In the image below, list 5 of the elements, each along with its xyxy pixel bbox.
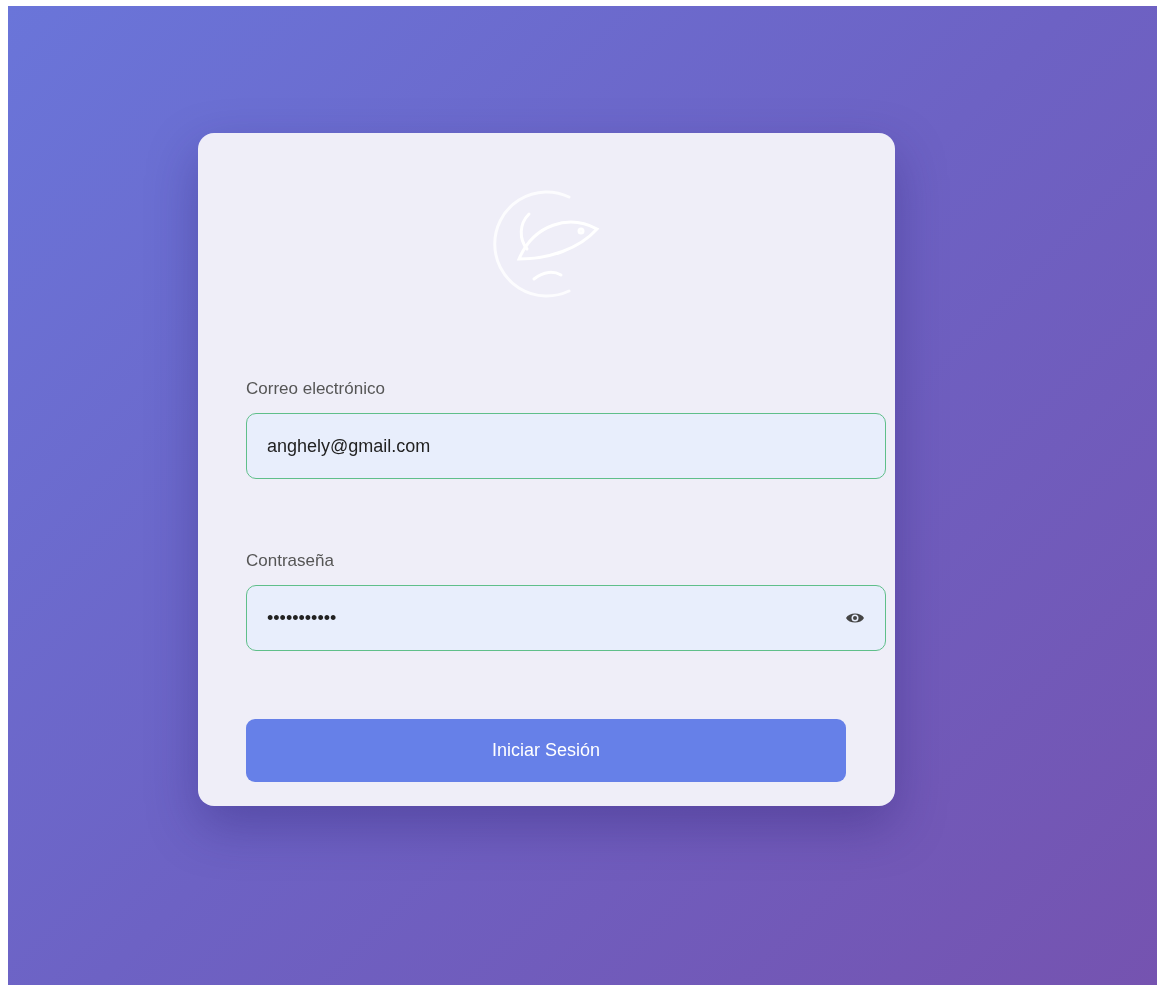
password-field[interactable]: •••••••••••: [246, 585, 886, 651]
email-field[interactable]: anghely@gmail.com: [246, 413, 886, 479]
field-label: Contraseña: [246, 551, 335, 571]
login-button[interactable]: Iniciar Sesión: [246, 719, 846, 782]
field-label: Correo electrónico: [246, 379, 386, 399]
